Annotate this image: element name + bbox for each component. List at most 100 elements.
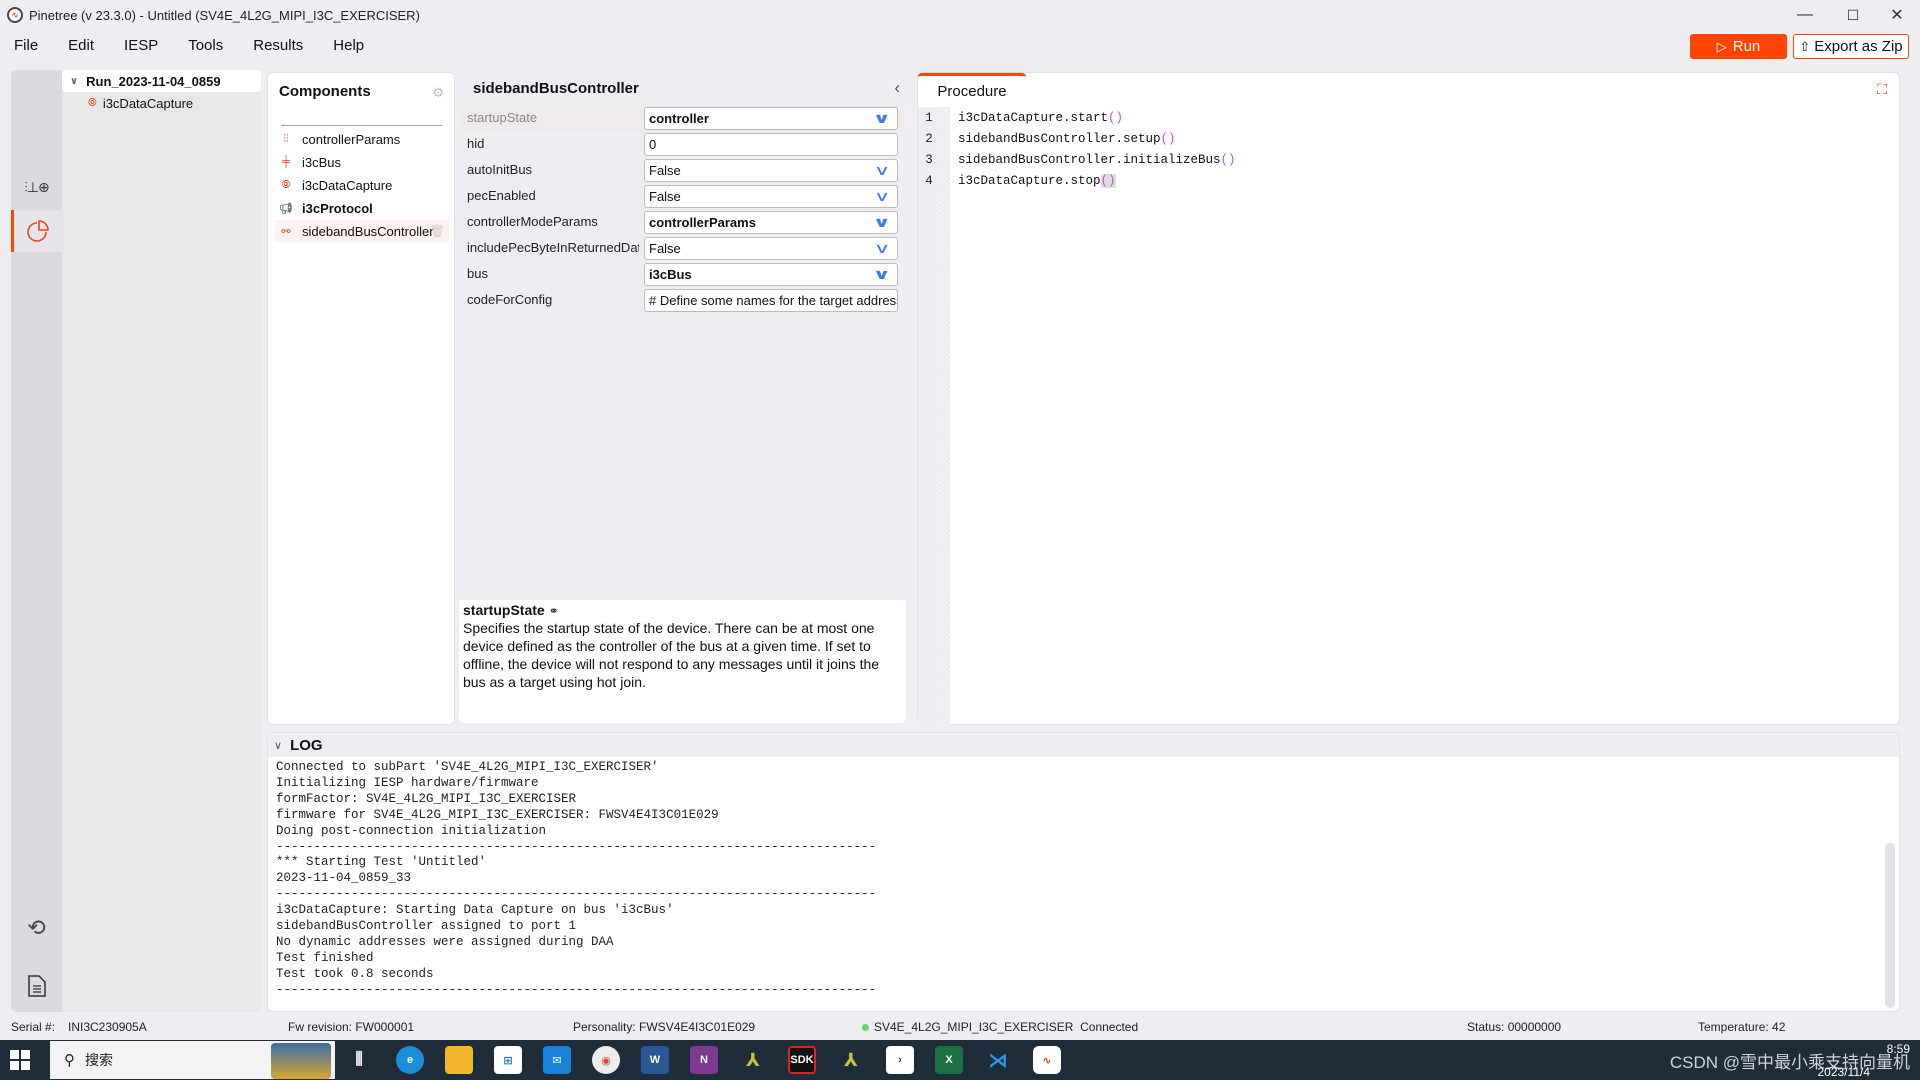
- property-value: 0: [649, 137, 657, 152]
- property-dropdown[interactable]: i3cBus ∨: [644, 263, 898, 286]
- property-row: pecEnabled False ∨: [461, 184, 905, 210]
- line-number: 4: [925, 173, 933, 188]
- menu-iesp[interactable]: IESP: [124, 37, 158, 54]
- run-tree: ∨ Run_2023-11-04_0859 ⦾ i3cDataCapture: [62, 70, 261, 1012]
- code-line[interactable]: 3 sidebandBusController.initializeBus(): [918, 149, 1901, 170]
- pinetree-taskbar-icon[interactable]: ∿: [1033, 1046, 1061, 1074]
- component-label: controllerParams: [302, 131, 401, 147]
- terminal-app-icon[interactable]: ›: [886, 1046, 914, 1074]
- code-line[interactable]: 4 i3cDataCapture.stop(): [918, 170, 1901, 191]
- code-call: sidebandBusController.initializeBus: [958, 152, 1221, 167]
- connected-dot-icon: [862, 1024, 869, 1031]
- trash-icon[interactable]: 🗑︎: [430, 224, 445, 238]
- code-editor[interactable]: 1 i3cDataCapture.start() 2 sidebandBusContr…: [918, 107, 1901, 191]
- chevron-down-icon[interactable]: ∨: [70, 76, 78, 87]
- property-dropdown[interactable]: controller ∨: [644, 107, 898, 130]
- refresh-button[interactable]: ⟲: [11, 907, 62, 949]
- gear-icon[interactable]: ⚙: [432, 85, 444, 101]
- chevron-down-icon[interactable]: ∨: [274, 739, 282, 752]
- component-item[interactable]: ⦾ i3cDataCapture: [275, 174, 449, 196]
- tab-procedure[interactable]: Procedure: [918, 73, 1026, 107]
- onenote-icon[interactable]: N: [690, 1046, 718, 1074]
- settings-sliders-button[interactable]: ⫶⊥⊕: [11, 166, 62, 208]
- log-header[interactable]: ∨ LOG: [268, 733, 1899, 757]
- edge-icon[interactable]: e: [396, 1046, 424, 1074]
- app-tool-icon[interactable]: ⅄: [739, 1046, 767, 1074]
- property-value: False: [649, 189, 681, 204]
- run-label: Run: [1732, 38, 1761, 55]
- run-button[interactable]: ▷ Run: [1690, 34, 1787, 59]
- chevron-down-icon[interactable]: ∨: [872, 214, 890, 231]
- tree-root-label: Run_2023-11-04_0859: [86, 73, 221, 89]
- vscode-icon[interactable]: ⋊: [984, 1046, 1012, 1074]
- mail-icon[interactable]: ✉: [543, 1046, 571, 1074]
- document-button[interactable]: [11, 965, 62, 1007]
- component-item[interactable]: ╪ i3cBus: [275, 151, 449, 173]
- component-label: sidebandBusController: [302, 223, 434, 239]
- property-input[interactable]: # Define some names for the target addre…: [644, 289, 898, 312]
- chrome-icon[interactable]: ◉: [592, 1046, 620, 1074]
- menu-results[interactable]: Results: [253, 37, 303, 54]
- property-description: startupState ⚭ Specifies the startup sta…: [459, 600, 906, 723]
- menu-tools[interactable]: Tools: [188, 37, 223, 54]
- app-tool-2-icon[interactable]: ⅄: [837, 1046, 865, 1074]
- code-line[interactable]: 1 i3cDataCapture.start(): [918, 107, 1901, 128]
- property-label: hid: [467, 136, 485, 151]
- property-dropdown[interactable]: controllerParams ∨: [644, 211, 898, 234]
- export-zip-button[interactable]: ⇧ Export as Zip: [1793, 34, 1909, 59]
- word-icon[interactable]: W: [641, 1046, 669, 1074]
- tree-root-run[interactable]: ∨ Run_2023-11-04_0859: [62, 70, 261, 92]
- maximize-button[interactable]: ☐: [1830, 0, 1876, 30]
- link-icon[interactable]: ⚭: [549, 604, 559, 618]
- chevron-down-icon[interactable]: ∨: [872, 266, 890, 283]
- log-line: ----------------------------------------…: [276, 982, 877, 997]
- menu-edit[interactable]: Edit: [68, 37, 94, 54]
- export-label: Export as Zip: [1814, 38, 1903, 55]
- chevron-down-icon[interactable]: ∨: [872, 110, 890, 127]
- log-output: Connected to subPart 'SV4E_4L2G_MIPI_I3C…: [276, 760, 876, 999]
- windows-start-icon[interactable]: [10, 1050, 30, 1070]
- log-scrollbar[interactable]: [1885, 843, 1895, 1008]
- description-body: Specifies the startup state of the devic…: [463, 620, 880, 690]
- file-explorer-icon[interactable]: [445, 1046, 473, 1074]
- property-input[interactable]: 0: [644, 133, 898, 156]
- excel-icon[interactable]: X: [935, 1046, 963, 1074]
- property-label: startupState: [467, 110, 538, 125]
- property-label: bus: [467, 266, 488, 281]
- code-text: i3cDataCapture.stop(): [958, 173, 1116, 188]
- menu-help[interactable]: Help: [333, 37, 364, 54]
- minimize-button[interactable]: —: [1782, 0, 1828, 30]
- chevron-down-icon[interactable]: ∨: [874, 240, 890, 257]
- sdk-icon[interactable]: SDK: [788, 1046, 816, 1074]
- component-label: i3cDataCapture: [302, 177, 393, 193]
- code-line[interactable]: 2 sidebandBusController.setup(): [918, 128, 1901, 149]
- divider: [281, 125, 443, 126]
- chevron-down-icon[interactable]: ∨: [874, 162, 890, 179]
- menu-file[interactable]: File: [14, 37, 38, 54]
- component-item[interactable]: ⫶⫶ controllerParams: [275, 128, 449, 150]
- close-button[interactable]: ✕: [1874, 0, 1920, 30]
- results-button[interactable]: [11, 210, 62, 252]
- sliders-icon: ⫶⊥⊕: [24, 178, 49, 195]
- code-parens: (): [1100, 173, 1116, 188]
- component-item-selected[interactable]: ⚯ sidebandBusController 🗑︎: [275, 220, 449, 242]
- tree-item-i3cdatacapture[interactable]: ⦾ i3cDataCapture: [88, 96, 193, 111]
- property-dropdown[interactable]: False ∨: [644, 159, 898, 182]
- tree-item-label: i3cDataCapture: [102, 96, 194, 111]
- store-icon[interactable]: ⊞: [494, 1046, 522, 1074]
- taskbar-search[interactable]: ⚲ 搜索: [50, 1041, 335, 1079]
- property-label: includePecByteInReturnedDat: [467, 240, 639, 255]
- property-dropdown[interactable]: False ∨: [644, 237, 898, 260]
- component-label: i3cProtocol: [302, 200, 373, 216]
- task-view-icon[interactable]: ⫼: [345, 1046, 373, 1074]
- expand-icon[interactable]: ⛶: [1877, 81, 1887, 98]
- play-icon: ▷: [1716, 38, 1727, 54]
- chevron-down-icon[interactable]: ∨: [874, 188, 890, 205]
- property-dropdown[interactable]: False ∨: [644, 185, 898, 208]
- log-line: Connected to subPart 'SV4E_4L2G_MIPI_I3C…: [276, 760, 659, 774]
- components-title: Components: [279, 83, 371, 100]
- property-value: controllerParams: [649, 215, 756, 230]
- component-item[interactable]: 📢︎ i3cProtocol: [275, 197, 449, 219]
- log-line: 2023-11-04_0859_33: [276, 871, 412, 886]
- collapse-panel-icon[interactable]: ‹: [894, 78, 900, 98]
